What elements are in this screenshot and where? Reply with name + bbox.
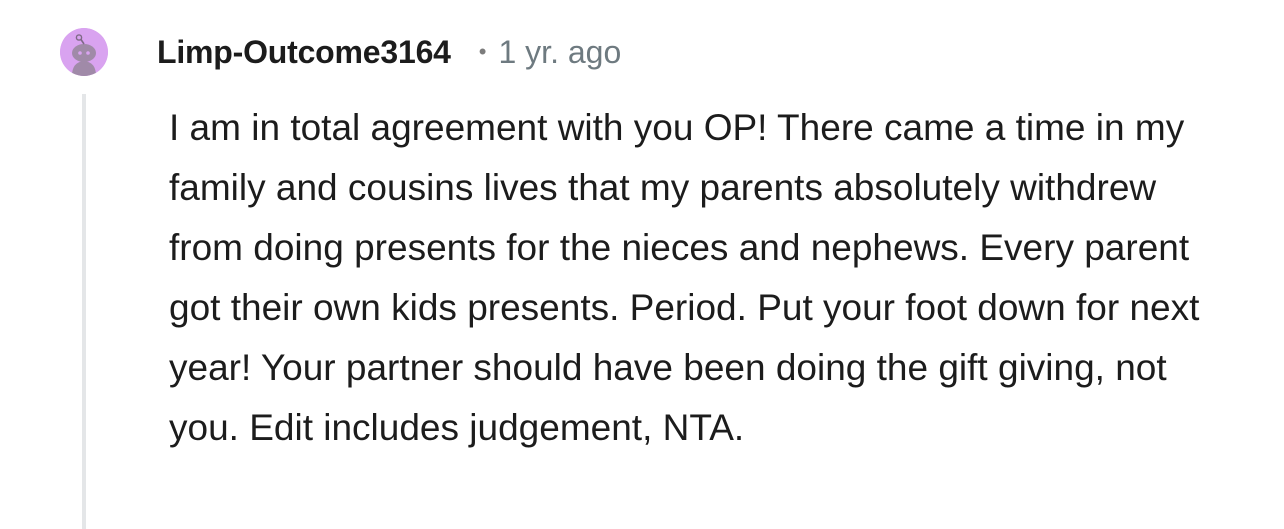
comment: Limp-Outcome3164 • 1 yr. ago I am in tot… xyxy=(0,0,1284,529)
thread-line[interactable] xyxy=(82,94,86,529)
separator-dot: • xyxy=(478,39,487,64)
comment-header: Limp-Outcome3164 • 1 yr. ago xyxy=(157,30,621,74)
avatar[interactable] xyxy=(60,28,108,76)
comment-body: I am in total agreement with you OP! The… xyxy=(169,107,1200,448)
timestamp[interactable]: 1 yr. ago xyxy=(498,34,621,71)
reddit-snoo-avatar-icon xyxy=(60,28,108,76)
author-name[interactable]: Limp-Outcome3164 xyxy=(157,34,451,71)
